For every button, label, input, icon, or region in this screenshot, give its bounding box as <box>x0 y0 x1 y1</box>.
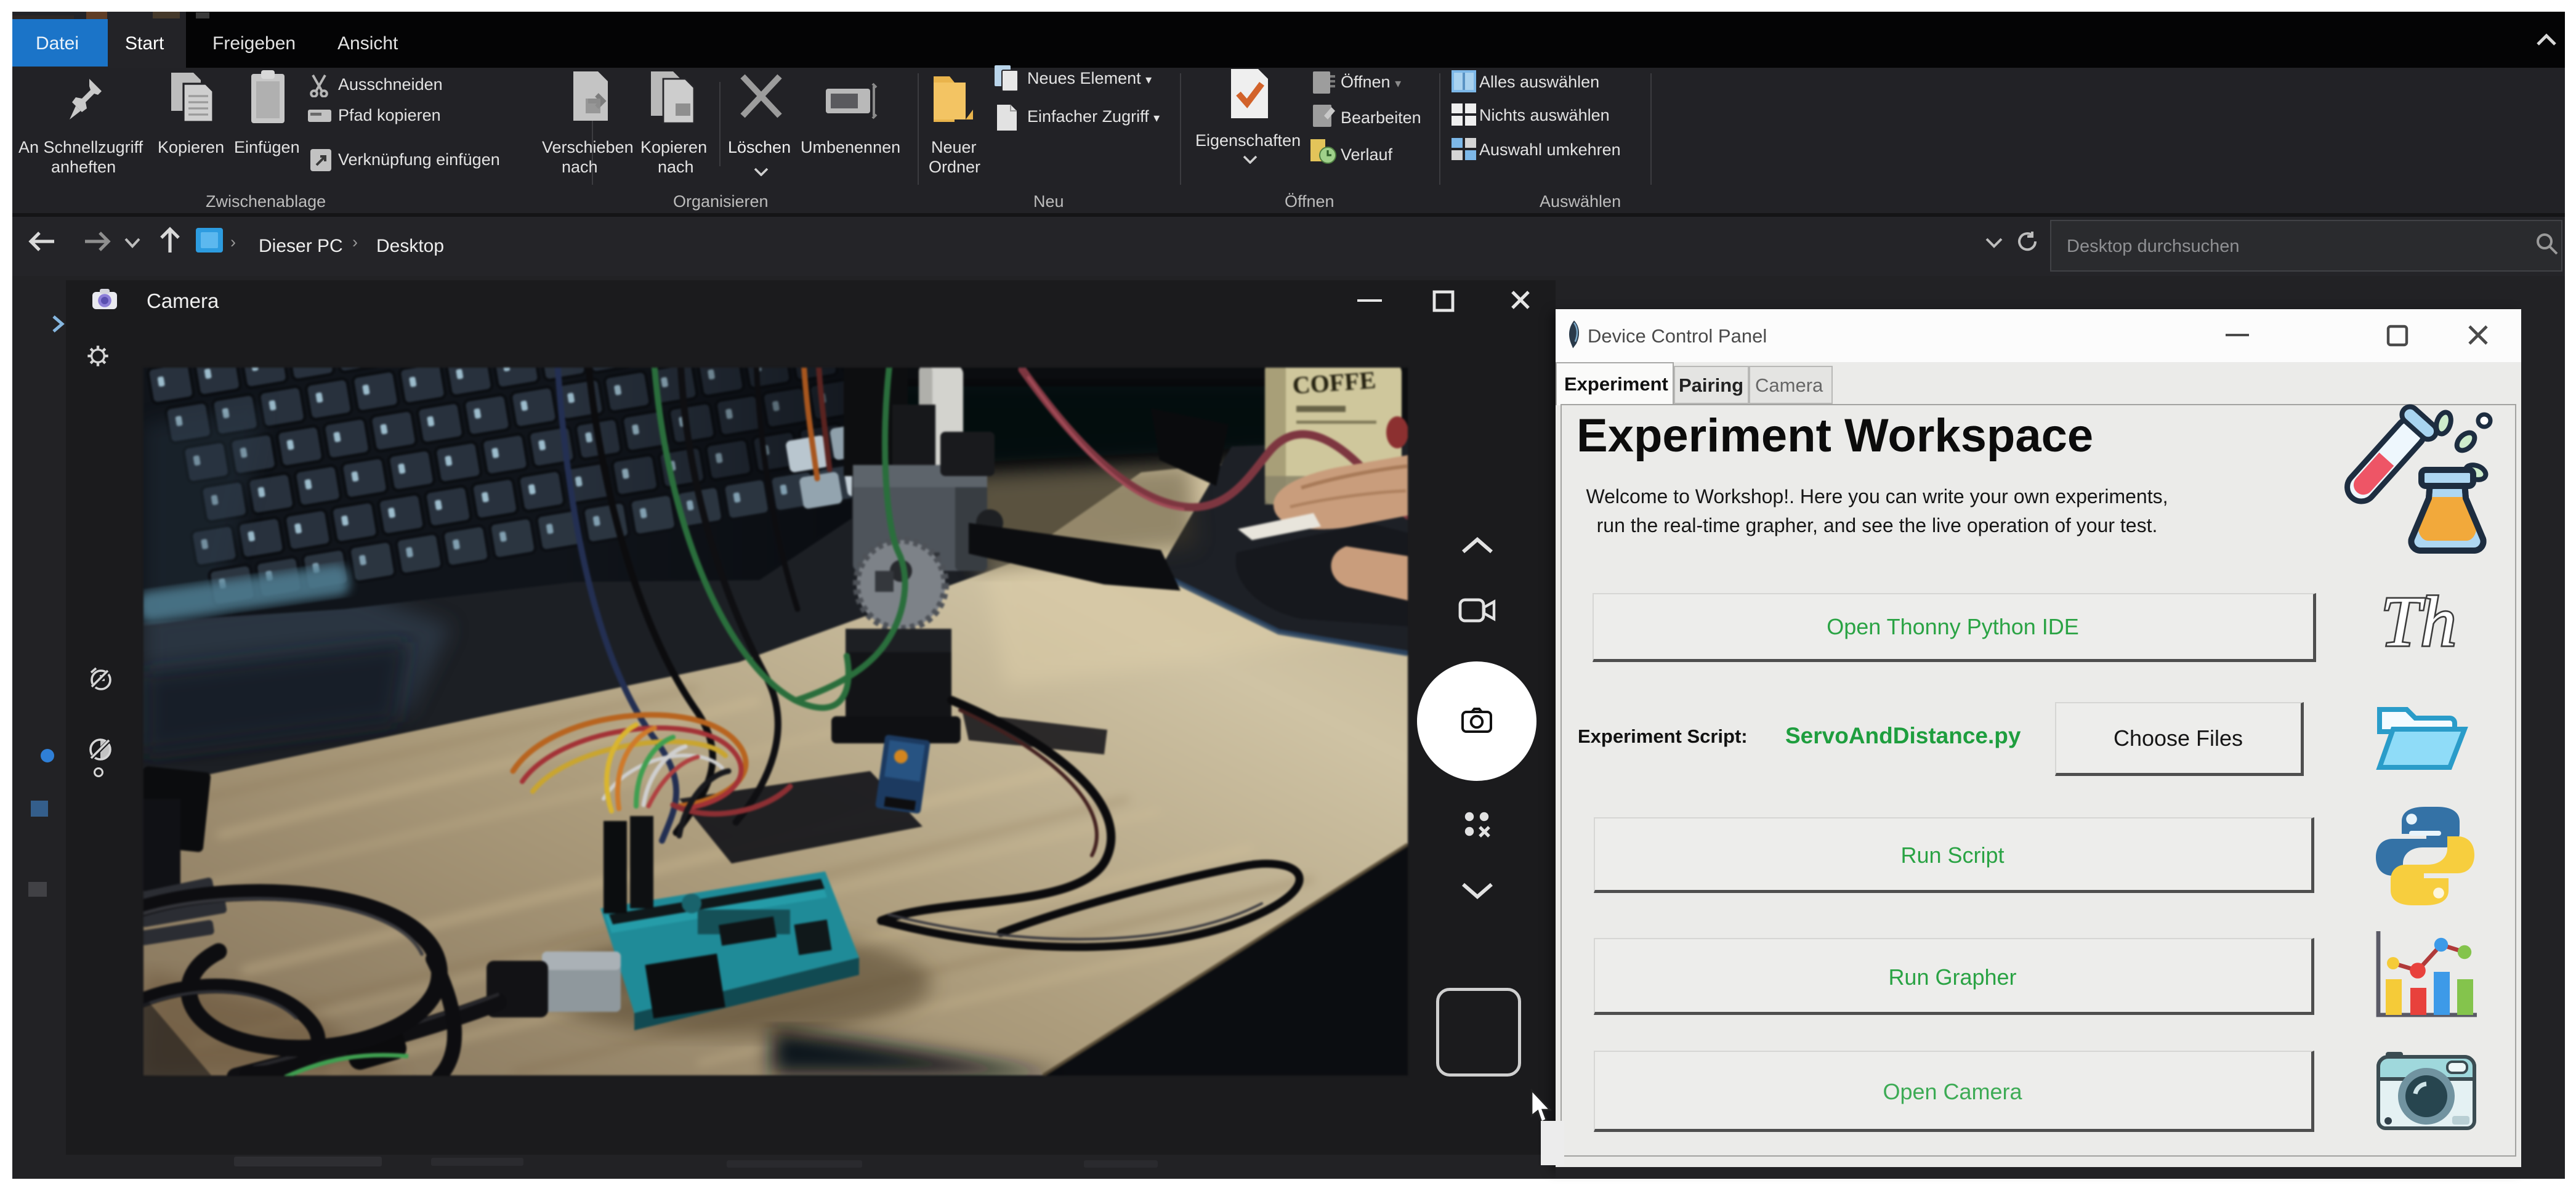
svg-text:Th: Th <box>2381 584 2457 661</box>
